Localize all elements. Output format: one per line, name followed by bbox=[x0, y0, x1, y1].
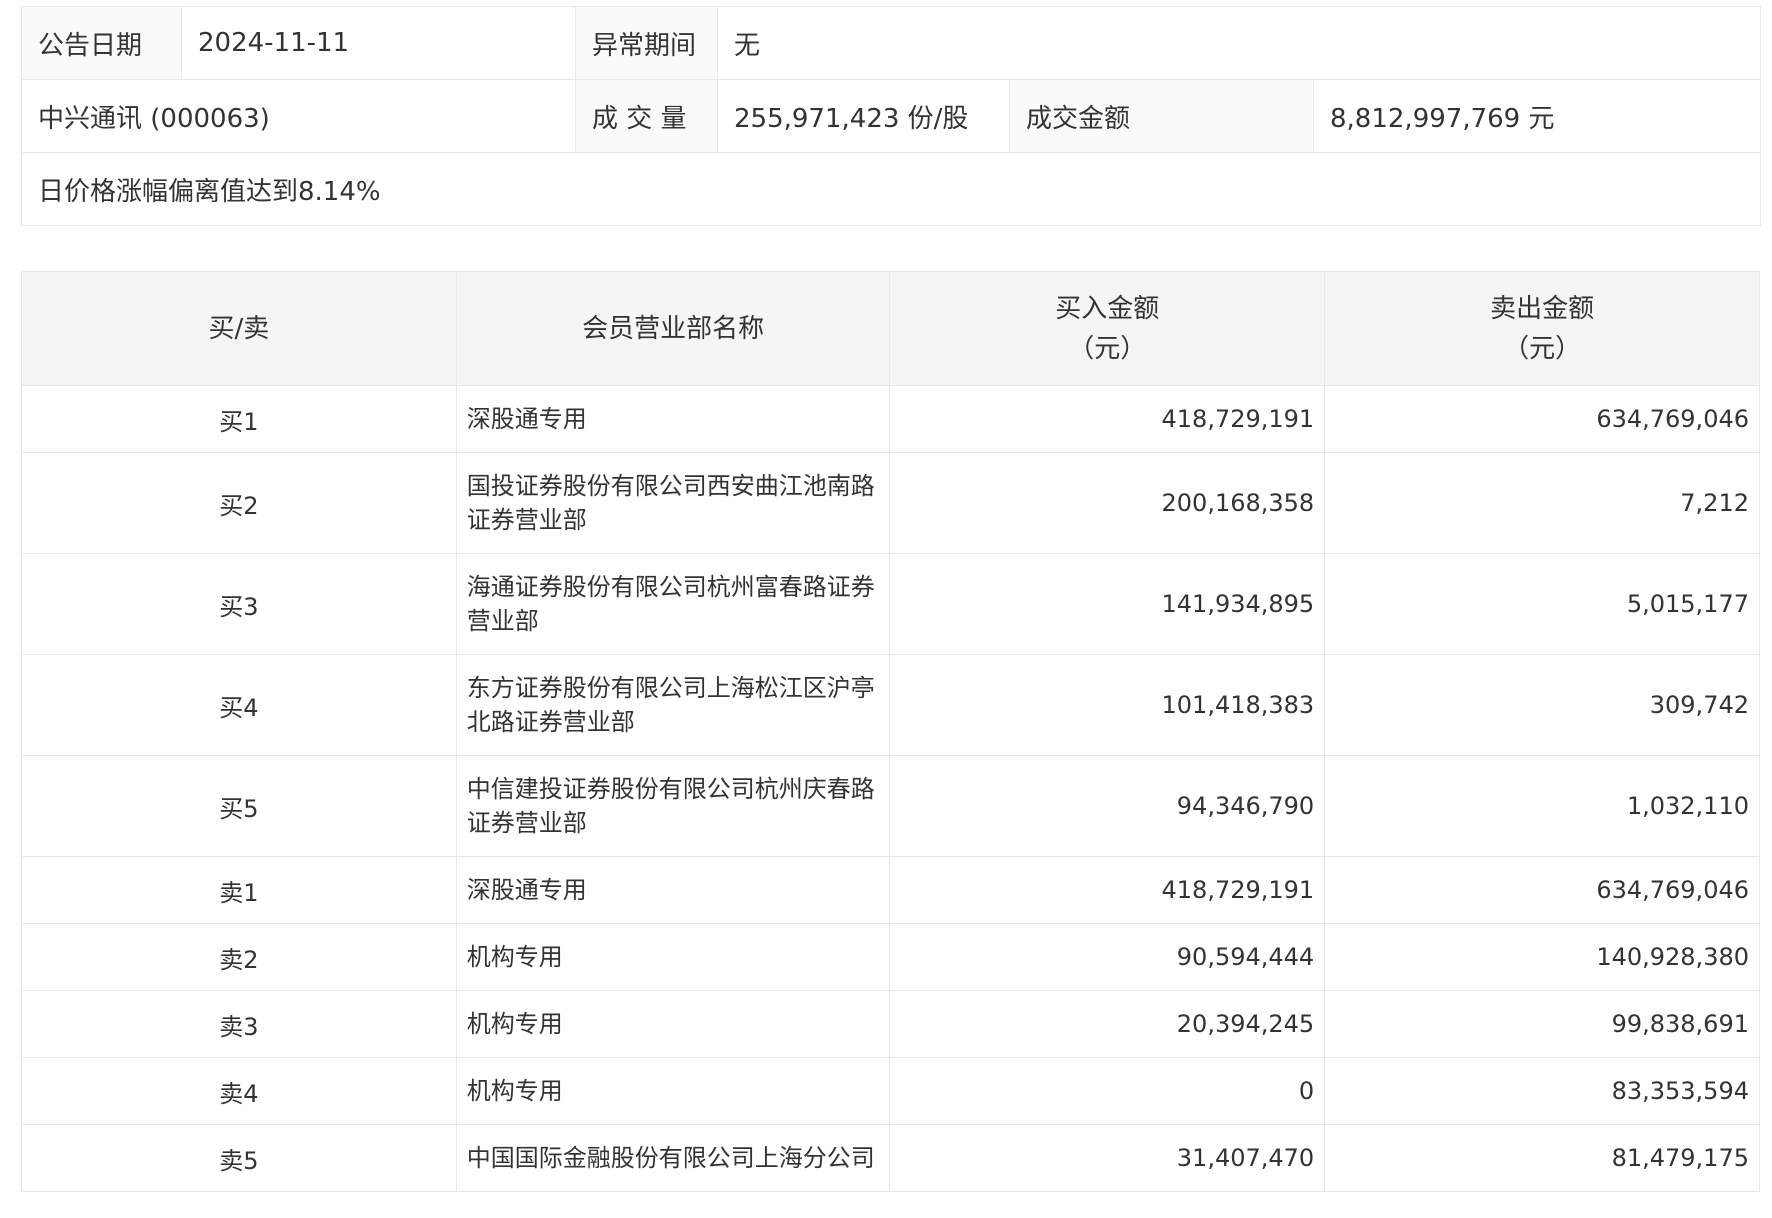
table-row: 买2 国投证券股份有限公司西安曲江池南路证券营业部 200,168,358 7,… bbox=[21, 452, 1760, 554]
row-sell-amount: 309,742 bbox=[1324, 654, 1760, 756]
row-broker-name: 国投证券股份有限公司西安曲江池南路证券营业部 bbox=[455, 452, 891, 554]
row-sell-amount: 81,479,175 bbox=[1324, 1124, 1760, 1192]
row-sell-amount: 5,015,177 bbox=[1324, 553, 1760, 655]
row-broker-name: 机构专用 bbox=[455, 923, 891, 991]
row-buy-amount: 20,394,245 bbox=[889, 990, 1326, 1058]
row-broker-name: 深股通专用 bbox=[455, 385, 891, 453]
detail-header-row: 买/卖 会员营业部名称 买入金额 （元） 卖出金额 （元） bbox=[21, 271, 1760, 386]
row-broker-name: 机构专用 bbox=[455, 1057, 891, 1125]
row-buy-amount: 141,934,895 bbox=[889, 553, 1326, 655]
header-sell-amount: 卖出金额 （元） bbox=[1324, 271, 1760, 386]
stock-name: 中兴通讯 (000063) bbox=[21, 79, 576, 153]
header-buy-amount: 买入金额 （元） bbox=[889, 271, 1326, 386]
table-row: 卖3 机构专用 20,394,245 99,838,691 bbox=[21, 990, 1760, 1058]
header-buy-amount-unit: （元） bbox=[1068, 333, 1147, 364]
row-side: 卖1 bbox=[21, 856, 457, 924]
header-sell-amount-unit: （元） bbox=[1503, 333, 1582, 364]
row-buy-amount: 200,168,358 bbox=[889, 452, 1326, 554]
listing-reason: 日价格涨幅偏离值达到8.14% bbox=[21, 152, 1761, 226]
summary-row-date: 公告日期 2024-11-11 异常期间 无 bbox=[21, 6, 1761, 80]
table-row: 卖5 中国国际金融股份有限公司上海分公司 31,407,470 81,479,1… bbox=[21, 1124, 1760, 1192]
row-side: 买2 bbox=[21, 452, 457, 554]
row-side: 买3 bbox=[21, 553, 457, 655]
row-side: 买1 bbox=[21, 385, 457, 453]
announcement-date-value: 2024-11-11 bbox=[181, 6, 576, 80]
header-buy-amount-title: 买入金额 bbox=[1055, 293, 1160, 324]
trade-volume-label: 成 交 量 bbox=[575, 79, 718, 153]
row-sell-amount: 634,769,046 bbox=[1324, 856, 1760, 924]
row-sell-amount: 99,838,691 bbox=[1324, 990, 1760, 1058]
row-broker-name: 中国国际金融股份有限公司上海分公司 bbox=[455, 1124, 891, 1192]
row-buy-amount: 90,594,444 bbox=[889, 923, 1326, 991]
table-row: 买5 中信建投证券股份有限公司杭州庆春路证券营业部 94,346,790 1,0… bbox=[21, 755, 1760, 857]
row-broker-name: 机构专用 bbox=[455, 990, 891, 1058]
abnormal-period-value: 无 bbox=[717, 6, 1761, 80]
summary-row-reason: 日价格涨幅偏离值达到8.14% bbox=[21, 152, 1761, 226]
row-side: 卖2 bbox=[21, 923, 457, 991]
header-broker-name: 会员营业部名称 bbox=[455, 271, 891, 386]
row-sell-amount: 7,212 bbox=[1324, 452, 1760, 554]
row-buy-amount: 418,729,191 bbox=[889, 385, 1326, 453]
row-side: 买4 bbox=[21, 654, 457, 756]
broker-detail-table: 买/卖 会员营业部名称 买入金额 （元） 卖出金额 （元） 买1 深股通专用 418… bbox=[21, 271, 1760, 1192]
row-broker-name: 东方证券股份有限公司上海松江区沪亭北路证券营业部 bbox=[455, 654, 891, 756]
abnormal-period-label: 异常期间 bbox=[575, 6, 718, 80]
row-buy-amount: 101,418,383 bbox=[889, 654, 1326, 756]
table-row: 买3 海通证券股份有限公司杭州富春路证券营业部 141,934,895 5,01… bbox=[21, 553, 1760, 655]
row-sell-amount: 1,032,110 bbox=[1324, 755, 1760, 857]
summary-row-volume: 中兴通讯 (000063) 成 交 量 255,971,423 份/股 成交金额… bbox=[21, 79, 1761, 153]
table-row: 卖1 深股通专用 418,729,191 634,769,046 bbox=[21, 856, 1760, 924]
row-buy-amount: 0 bbox=[889, 1057, 1326, 1125]
row-side: 卖4 bbox=[21, 1057, 457, 1125]
trade-amount-label: 成交金额 bbox=[1009, 79, 1314, 153]
table-row: 卖2 机构专用 90,594,444 140,928,380 bbox=[21, 923, 1760, 991]
header-side: 买/卖 bbox=[21, 271, 457, 386]
trade-volume-value: 255,971,423 份/股 bbox=[717, 79, 1010, 153]
row-broker-name: 海通证券股份有限公司杭州富春路证券营业部 bbox=[455, 553, 891, 655]
announcement-date-label: 公告日期 bbox=[21, 6, 182, 80]
header-sell-amount-title: 卖出金额 bbox=[1490, 293, 1595, 324]
row-buy-amount: 94,346,790 bbox=[889, 755, 1326, 857]
announcement-summary-table: 公告日期 2024-11-11 异常期间 无 中兴通讯 (000063) 成 交… bbox=[21, 6, 1761, 226]
table-row: 买4 东方证券股份有限公司上海松江区沪亭北路证券营业部 101,418,383 … bbox=[21, 654, 1760, 756]
row-sell-amount: 140,928,380 bbox=[1324, 923, 1760, 991]
table-row: 卖4 机构专用 0 83,353,594 bbox=[21, 1057, 1760, 1125]
row-buy-amount: 418,729,191 bbox=[889, 856, 1326, 924]
row-side: 卖3 bbox=[21, 990, 457, 1058]
row-sell-amount: 634,769,046 bbox=[1324, 385, 1760, 453]
row-side: 买5 bbox=[21, 755, 457, 857]
row-sell-amount: 83,353,594 bbox=[1324, 1057, 1760, 1125]
row-buy-amount: 31,407,470 bbox=[889, 1124, 1326, 1192]
row-side: 卖5 bbox=[21, 1124, 457, 1192]
trade-amount-value: 8,812,997,769 元 bbox=[1313, 79, 1761, 153]
row-broker-name: 中信建投证券股份有限公司杭州庆春路证券营业部 bbox=[455, 755, 891, 857]
row-broker-name: 深股通专用 bbox=[455, 856, 891, 924]
table-row: 买1 深股通专用 418,729,191 634,769,046 bbox=[21, 385, 1760, 453]
